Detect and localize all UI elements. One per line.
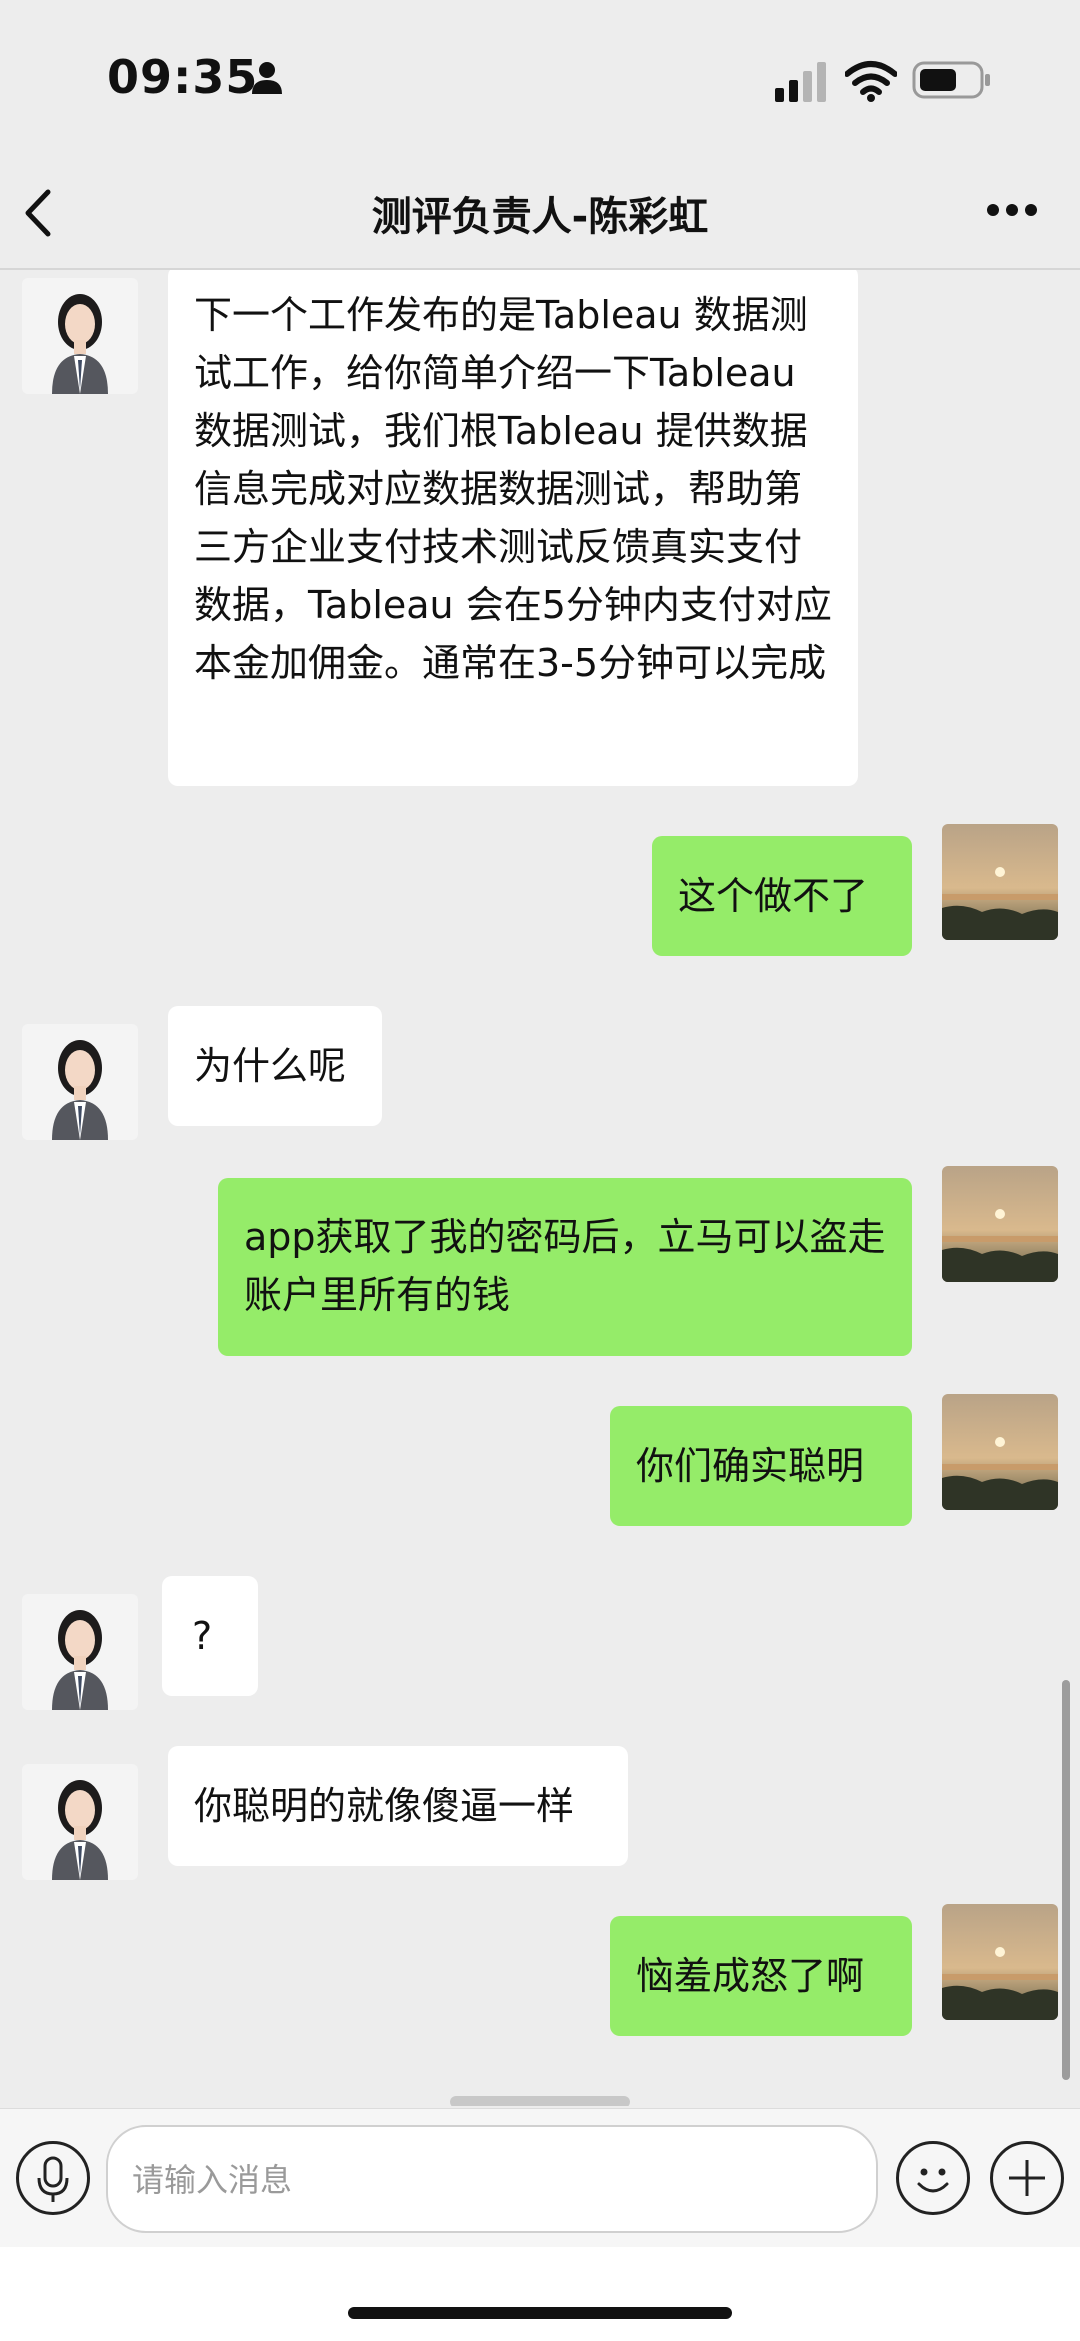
input-bar: 请输入消息 bbox=[0, 2108, 1080, 2248]
contact-avatar[interactable] bbox=[22, 1764, 138, 1880]
microphone-icon bbox=[37, 2156, 69, 2202]
more-icon[interactable] bbox=[986, 202, 1038, 218]
home-indicator[interactable] bbox=[348, 2307, 732, 2319]
message-text: 下一个工作发布的是Tableau 数据测试工作，给你简单介绍一下Tableau … bbox=[194, 293, 832, 685]
my-avatar[interactable] bbox=[942, 824, 1058, 940]
plus-button[interactable] bbox=[990, 2141, 1064, 2215]
battery-icon bbox=[912, 61, 990, 99]
contact-avatar[interactable] bbox=[22, 1594, 138, 1710]
emoji-button[interactable] bbox=[896, 2141, 970, 2215]
message-text: 你们确实聪明 bbox=[636, 1444, 865, 1488]
message-input-placeholder: 请输入消息 bbox=[132, 2161, 293, 2199]
drag-handle[interactable] bbox=[450, 2096, 630, 2106]
my-avatar[interactable] bbox=[942, 1394, 1058, 1510]
home-area bbox=[0, 2247, 1080, 2341]
message-bubble-outgoing[interactable]: app获取了我的密码后，立马可以盗走账户里所有的钱 bbox=[218, 1178, 912, 1356]
message-text: 你聪明的就像傻逼一样 bbox=[194, 1784, 575, 1828]
message-bubble-incoming[interactable]: 下一个工作发布的是Tableau 数据测试工作，给你简单介绍一下Tableau … bbox=[168, 270, 858, 786]
cellular-signal-icon bbox=[775, 62, 826, 102]
chat-title: 测评负责人-陈彩虹 bbox=[371, 194, 709, 240]
voice-button[interactable] bbox=[16, 2141, 90, 2215]
clock: 09:35 bbox=[107, 50, 259, 104]
status-bar: 09:35 bbox=[0, 0, 1080, 150]
wifi-icon bbox=[845, 61, 897, 102]
message-bubble-outgoing[interactable]: 恼羞成怒了啊 bbox=[610, 1916, 912, 2036]
message-text: app获取了我的密码后，立马可以盗走账户里所有的钱 bbox=[244, 1215, 886, 1317]
contact-avatar[interactable] bbox=[22, 1024, 138, 1140]
message-text: ? bbox=[192, 1614, 213, 1658]
scrollbar[interactable] bbox=[1062, 1680, 1070, 2080]
message-bubble-incoming[interactable]: 为什么呢 bbox=[168, 1006, 382, 1126]
message-bubble-incoming[interactable]: ? bbox=[162, 1576, 258, 1696]
message-text: 为什么呢 bbox=[194, 1044, 347, 1088]
message-bubble-incoming[interactable]: 你聪明的就像傻逼一样 bbox=[168, 1746, 628, 1866]
contact-avatar[interactable] bbox=[22, 278, 138, 394]
person-icon bbox=[252, 62, 282, 94]
my-avatar[interactable] bbox=[942, 1904, 1058, 2020]
message-text: 这个做不了 bbox=[678, 874, 869, 918]
message-bubble-outgoing[interactable]: 这个做不了 bbox=[652, 836, 912, 956]
emoji-icon bbox=[917, 2168, 949, 2193]
message-list[interactable]: 下一个工作发布的是Tableau 数据测试工作，给你简单介绍一下Tableau … bbox=[0, 270, 1080, 2106]
message-bubble-outgoing[interactable]: 你们确实聪明 bbox=[610, 1406, 912, 1526]
plus-icon bbox=[1009, 2160, 1045, 2196]
my-avatar[interactable] bbox=[942, 1166, 1058, 1282]
message-text: 恼羞成怒了啊 bbox=[636, 1954, 865, 1998]
chat-header: 测评负责人-陈彩虹 bbox=[0, 150, 1080, 270]
message-input[interactable]: 请输入消息 bbox=[106, 2125, 878, 2233]
